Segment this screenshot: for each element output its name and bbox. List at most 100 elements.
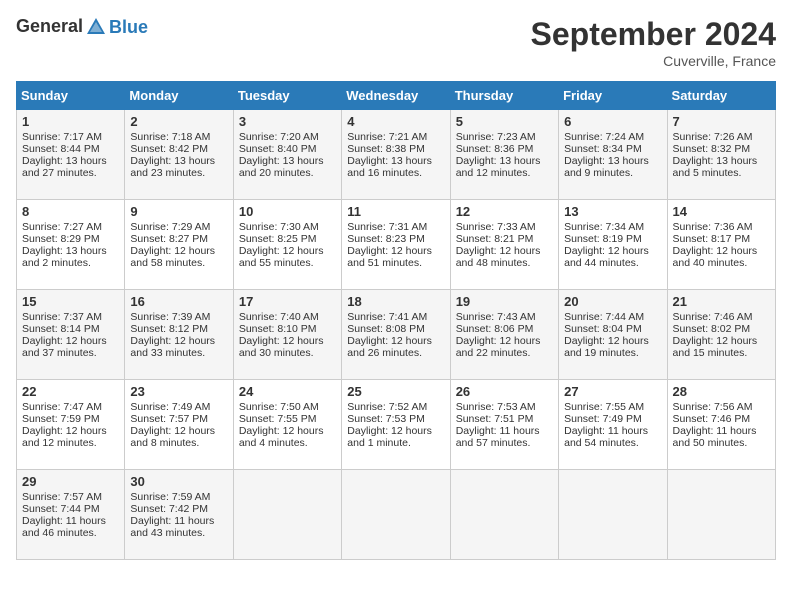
month-title: September 2024 [531, 16, 776, 53]
day-number: 22 [22, 384, 119, 399]
sunset: Sunset: 8:27 PM [130, 233, 208, 245]
daylight: Daylight: 13 hours and 16 minutes. [347, 155, 432, 179]
day-number: 29 [22, 474, 119, 489]
header-row: Sunday Monday Tuesday Wednesday Thursday… [17, 82, 776, 110]
day-number: 12 [456, 204, 553, 219]
day-number: 30 [130, 474, 227, 489]
sunrise: Sunrise: 7:52 AM [347, 401, 427, 413]
sunrise: Sunrise: 7:39 AM [130, 311, 210, 323]
sunrise: Sunrise: 7:20 AM [239, 131, 319, 143]
calendar-week-row: 8Sunrise: 7:27 AMSunset: 8:29 PMDaylight… [17, 200, 776, 290]
calendar-week-row: 15Sunrise: 7:37 AMSunset: 8:14 PMDayligh… [17, 290, 776, 380]
daylight: Daylight: 12 hours and 19 minutes. [564, 335, 649, 359]
sunset: Sunset: 8:34 PM [564, 143, 642, 155]
daylight: Daylight: 12 hours and 1 minute. [347, 425, 432, 449]
col-tuesday: Tuesday [233, 82, 341, 110]
col-sunday: Sunday [17, 82, 125, 110]
day-number: 17 [239, 294, 336, 309]
day-number: 16 [130, 294, 227, 309]
calendar-cell: 25 Sunrise: 7:52 AMSunset: 7:53 PMDayligh… [342, 380, 450, 470]
day-number: 13 [564, 204, 661, 219]
calendar-cell: 17Sunrise: 7:40 AMSunset: 8:10 PMDayligh… [233, 290, 341, 380]
sunrise: Sunrise: 7:23 AM [456, 131, 536, 143]
daylight: Daylight: 11 hours and 50 minutes. [673, 425, 757, 449]
calendar-cell: 5Sunrise: 7:23 AMSunset: 8:36 PMDaylight… [450, 110, 558, 200]
day-number: 8 [22, 204, 119, 219]
calendar-cell: 2Sunrise: 7:18 AMSunset: 8:42 PMDaylight… [125, 110, 233, 200]
sunrise: Sunrise: 7:36 AM [673, 221, 753, 233]
daylight: Daylight: 12 hours and 37 minutes. [22, 335, 107, 359]
calendar-week-row: 22 Sunrise: 7:47 AMSunset: 7:59 PM Dayligh… [17, 380, 776, 470]
daylight: Daylight: 11 hours and 46 minutes. [22, 515, 106, 539]
sunset: Sunset: 7:42 PM [130, 503, 208, 515]
sunrise: Sunrise: 7:41 AM [347, 311, 427, 323]
calendar-cell: 24Sunrise: 7:50 AMSunset: 7:55 PMDayligh… [233, 380, 341, 470]
calendar-week-row: 29Sunrise: 7:57 AMSunset: 7:44 PMDayligh… [17, 470, 776, 560]
daylight: Daylight: 11 hours and 54 minutes. [564, 425, 648, 449]
sunrise: Sunrise: 7:29 AM [130, 221, 210, 233]
calendar-cell: 11Sunrise: 7:31 AMSunset: 8:23 PMDayligh… [342, 200, 450, 290]
calendar-cell: 20Sunrise: 7:44 AMSunset: 8:04 PMDayligh… [559, 290, 667, 380]
sunset: Sunset: 7:53 PM [347, 413, 425, 425]
logo-text: General [16, 16, 107, 36]
daylight: Daylight: 12 hours and 22 minutes. [456, 335, 541, 359]
sunset: Sunset: 8:40 PM [239, 143, 317, 155]
sunset: Sunset: 8:21 PM [456, 233, 534, 245]
sunrise: Sunrise: 7:47 AM [22, 401, 102, 413]
sunrise: Sunrise: 7:33 AM [456, 221, 536, 233]
calendar-cell: 22Sunrise: 7:47 AMSunset: 7:59 PMDayligh… [17, 380, 125, 470]
calendar-cell: 27Sunrise: 7:55 AMSunset: 7:49 PMDayligh… [559, 380, 667, 470]
daylight: Daylight: 13 hours and 2 minutes. [22, 245, 107, 269]
day-number: 19 [456, 294, 553, 309]
sunset: Sunset: 8:23 PM [347, 233, 425, 245]
calendar-cell: 19Sunrise: 7:43 AMSunset: 8:06 PMDayligh… [450, 290, 558, 380]
col-thursday: Thursday [450, 82, 558, 110]
daylight: Daylight: 13 hours and 12 minutes. [456, 155, 541, 179]
logo: General Blue [16, 16, 148, 38]
daylight: Daylight: 12 hours and 26 minutes. [347, 335, 432, 359]
sunset: Sunset: 8:10 PM [239, 323, 317, 335]
calendar-cell: 26Sunrise: 7:53 AMSunset: 7:51 PMDayligh… [450, 380, 558, 470]
day-number: 9 [130, 204, 227, 219]
daylight: Daylight: 13 hours and 20 minutes. [239, 155, 324, 179]
sunrise: Sunrise: 7:24 AM [564, 131, 644, 143]
day-number: 23 [130, 384, 227, 399]
day-number: 14 [673, 204, 770, 219]
sunset: Sunset: 7:49 PM [564, 413, 642, 425]
sunrise: Sunrise: 7:46 AM [673, 311, 753, 323]
sunset: Sunset: 8:42 PM [130, 143, 208, 155]
sunrise: Sunrise: 7:18 AM [130, 131, 210, 143]
sunrise: Sunrise: 7:56 AM [673, 401, 753, 413]
daylight: Daylight: 12 hours and 51 minutes. [347, 245, 432, 269]
day-number: 2 [130, 114, 227, 129]
sunrise: Sunrise: 7:55 AM [564, 401, 644, 413]
day-number: 6 [564, 114, 661, 129]
day-number: 7 [673, 114, 770, 129]
sunrise: Sunrise: 7:53 AM [456, 401, 536, 413]
calendar-cell: 30 Sunrise: 7:59 AMSunset: 7:42 PMDayligh… [125, 470, 233, 560]
sunset: Sunset: 8:12 PM [130, 323, 208, 335]
sunset: Sunset: 8:44 PM [22, 143, 100, 155]
sunset: Sunset: 8:19 PM [564, 233, 642, 245]
sunset: Sunset: 7:44 PM [22, 503, 100, 515]
day-number: 10 [239, 204, 336, 219]
calendar-cell: 13Sunrise: 7:34 AMSunset: 8:19 PMDayligh… [559, 200, 667, 290]
daylight: Daylight: 12 hours and 48 minutes. [456, 245, 541, 269]
col-monday: Monday [125, 82, 233, 110]
sunset: Sunset: 7:59 PM [22, 413, 100, 425]
calendar-cell: 29Sunrise: 7:57 AMSunset: 7:44 PMDayligh… [17, 470, 125, 560]
sunrise: Sunrise: 7:49 AM [130, 401, 210, 413]
calendar-cell: 15Sunrise: 7:37 AMSunset: 8:14 PMDayligh… [17, 290, 125, 380]
sunset: Sunset: 7:46 PM [673, 413, 751, 425]
sunset: Sunset: 8:08 PM [347, 323, 425, 335]
sunset: Sunset: 8:14 PM [22, 323, 100, 335]
calendar-cell [450, 470, 558, 560]
sunrise: Sunrise: 7:59 AM [130, 491, 210, 503]
calendar-cell [233, 470, 341, 560]
sunset: Sunset: 8:06 PM [456, 323, 534, 335]
day-number: 25 [347, 384, 444, 399]
daylight: Daylight: 12 hours and 58 minutes. [130, 245, 215, 269]
calendar-cell: 1Sunrise: 7:17 AMSunset: 8:44 PMDaylight… [17, 110, 125, 200]
day-number: 5 [456, 114, 553, 129]
daylight: Daylight: 11 hours and 43 minutes. [130, 515, 214, 539]
